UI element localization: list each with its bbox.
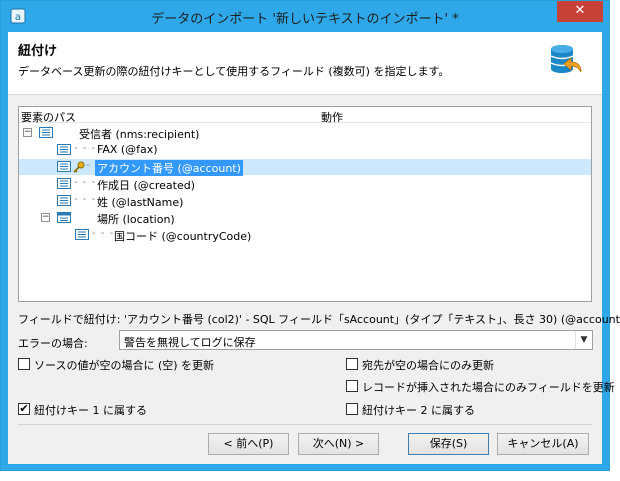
node-label: 作成日 (@created): [97, 179, 195, 192]
save-button[interactable]: 保存(S): [408, 433, 489, 455]
tree-row-recipient[interactable]: − 受信者 (nms:recipient): [19, 125, 591, 141]
node-label: アカウント番号 (@account): [95, 160, 243, 176]
key-icon: [73, 161, 85, 173]
close-icon: ✕: [574, 3, 586, 18]
check-icon[interactable]: ✔: [18, 403, 30, 415]
tree-row-lastname[interactable]: - - - 姓 (@lastName): [19, 193, 591, 209]
title-bar[interactable]: a データのインポート '新しいテキストのインポート' * ✕: [1, 1, 609, 32]
error-handling-value: 警告を無視してログに保存: [124, 336, 256, 349]
checkbox-box[interactable]: [346, 358, 358, 370]
window-title: データのインポート '新しいテキストのインポート' *: [151, 12, 459, 27]
tree-connector: - - -: [74, 177, 97, 188]
cancel-button[interactable]: キャンセル(A): [497, 433, 589, 455]
checkbox-label: レコードが挿入された場合にのみフィールドを更新: [362, 381, 615, 394]
chevron-down-icon[interactable]: ▼: [575, 331, 592, 349]
node-label: 姓 (@lastName): [97, 196, 184, 209]
column-header-path[interactable]: 要素のパス: [21, 109, 76, 125]
step-title: 紐付け: [18, 44, 58, 59]
import-dialog-window: a データのインポート '新しいテキストのインポート' * ✕ 紐付け データベ…: [0, 0, 620, 471]
tree-row-fax[interactable]: - - - FAX (@fax): [19, 142, 591, 158]
node-label: 国コード (@countryCode): [114, 230, 252, 243]
node-label: FAX (@fax): [97, 143, 158, 156]
dialog-body: 紐付け データベース更新の際の紐付けキーとして使用するフィールド (複数可) を…: [8, 32, 620, 464]
field-icon: [75, 229, 89, 240]
tree-connector: - - -: [74, 143, 97, 154]
error-handling-select[interactable]: 警告を無視してログに保存 ▼: [119, 330, 593, 350]
tree-row-account-selected[interactable]: - - アカウント番号 (@account): [19, 159, 591, 176]
next-button[interactable]: 次へ(N) >: [298, 433, 379, 455]
checkbox-box[interactable]: [18, 358, 30, 370]
tree-row-countrycode[interactable]: - - - 国コード (@countryCode): [19, 227, 591, 243]
checkbox-label: ソースの値が空の場合に (空) を更新: [34, 359, 215, 372]
node-label: 場所 (location): [97, 213, 175, 226]
field-icon: [57, 195, 71, 206]
field-tree[interactable]: 要素のパス 動作 − 受信者 (nms:recipient) - - - FAX…: [18, 106, 592, 302]
step-description: データベース更新の際の紐付けキーとして使用するフィールド (複数可) を指定しま…: [18, 65, 450, 78]
checkbox-box[interactable]: [346, 403, 358, 415]
back-button[interactable]: < 前へ(P): [208, 433, 289, 455]
table-icon: [39, 127, 53, 138]
checkbox-box[interactable]: [346, 380, 358, 392]
tree-connector: - - -: [74, 194, 97, 205]
tree-connector: - - -: [92, 228, 115, 239]
folder-icon: [57, 212, 71, 223]
reconciliation-info: フィールドで紐付け: 'アカウント番号 (col2)' - SQL フィールド「…: [18, 313, 620, 326]
tree-row-location[interactable]: − 場所 (location): [19, 210, 591, 226]
column-header-action[interactable]: 動作: [321, 109, 343, 125]
step-header: 紐付け データベース更新の際の紐付けキーとして使用するフィールド (複数可) を…: [8, 32, 602, 95]
field-icon: [57, 144, 71, 155]
collapse-icon[interactable]: −: [41, 213, 50, 222]
node-label: 受信者 (nms:recipient): [79, 128, 200, 141]
tree-row-created[interactable]: - - - 作成日 (@created): [19, 176, 591, 192]
collapse-icon[interactable]: −: [23, 128, 32, 137]
checkbox-label: 宛先が空の場合にのみ更新: [362, 359, 494, 372]
divider: [18, 424, 592, 425]
field-icon: [57, 161, 71, 172]
database-update-icon: [550, 45, 582, 73]
checkbox-label: 紐付けキー 1 に属する: [34, 404, 147, 417]
checkbox-label: 紐付けキー 2 に属する: [362, 404, 475, 417]
close-window-button[interactable]: ✕: [557, 1, 603, 22]
field-icon: [57, 178, 71, 189]
tree-header: 要素のパス 動作: [19, 107, 591, 125]
error-label: エラーの場合:: [18, 337, 88, 350]
